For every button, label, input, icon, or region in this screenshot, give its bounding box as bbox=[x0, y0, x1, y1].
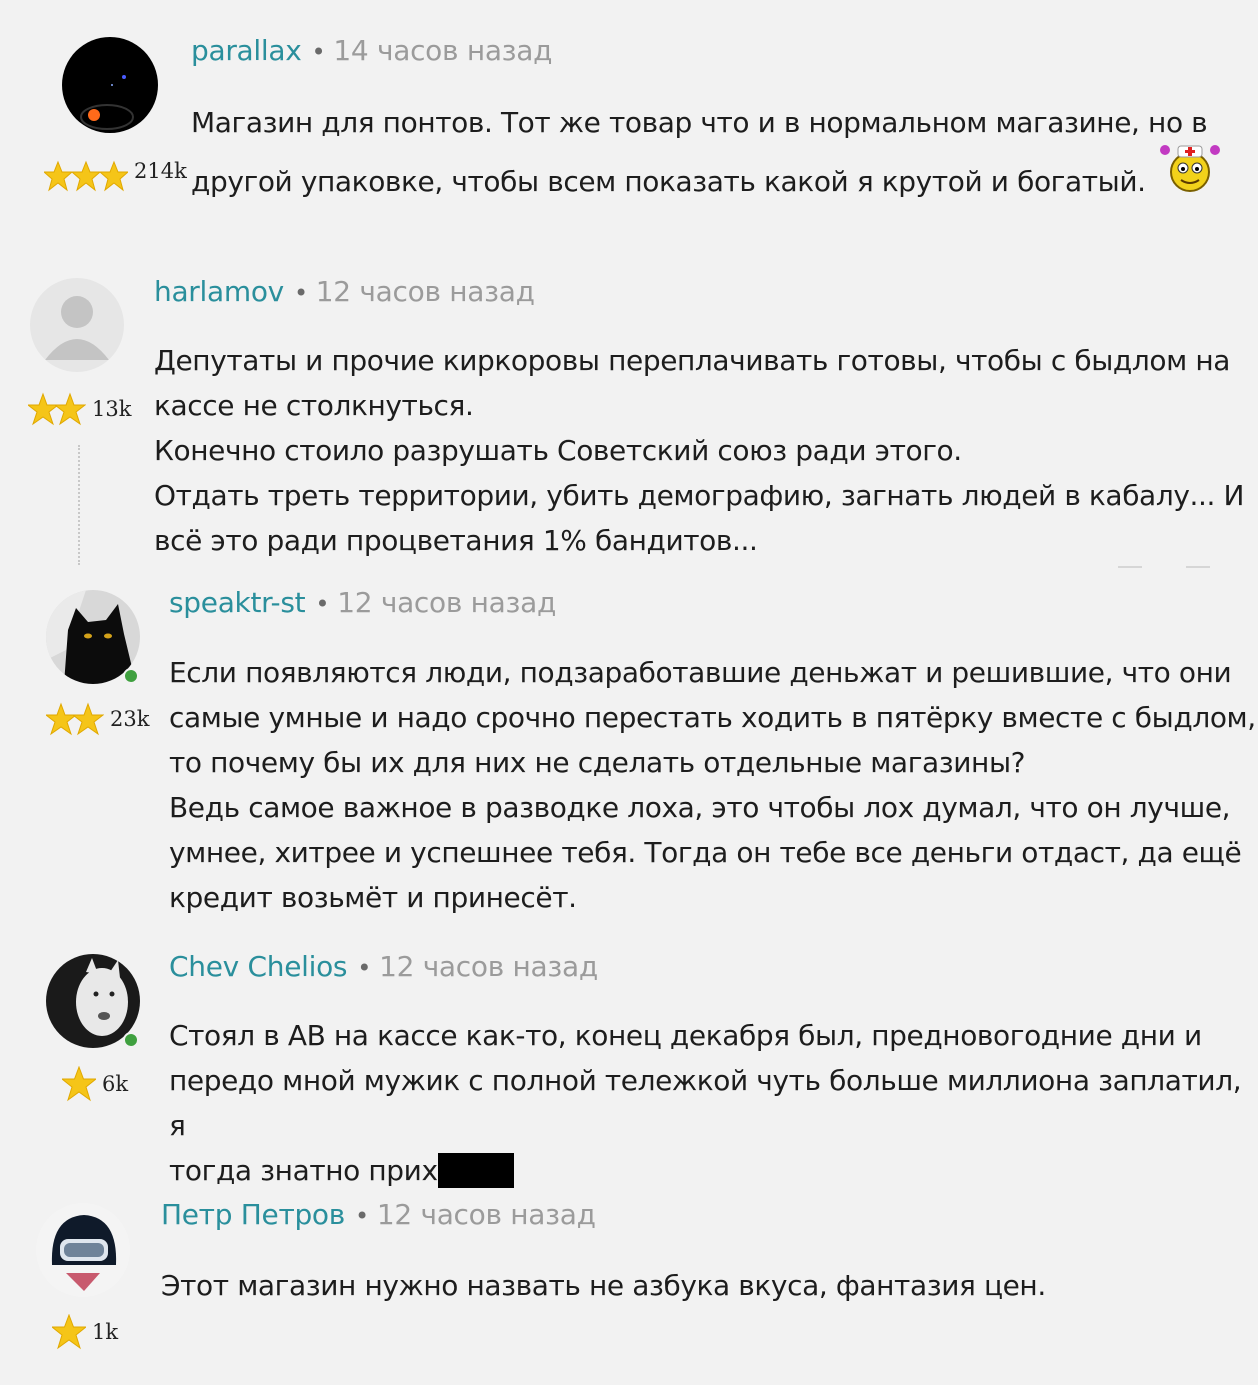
timestamp[interactable]: 12 часов назад bbox=[377, 1198, 596, 1231]
timestamp[interactable]: 12 часов назад bbox=[337, 586, 556, 619]
separator-dot-icon: • bbox=[315, 590, 330, 618]
user-rating: 13k bbox=[28, 392, 131, 426]
rating-value: 13k bbox=[92, 397, 132, 421]
author-name[interactable]: speaktr-st bbox=[169, 586, 306, 619]
comment-line: то почему бы их для них не сделать отдел… bbox=[169, 746, 1026, 779]
comment-line: передо мной мужик с полной тележкой чуть… bbox=[169, 1064, 1242, 1142]
comment-text: Депутаты и прочие киркоровы переплачиват… bbox=[154, 338, 1244, 563]
comment-line: умнее, хитрее и успешнее тебя. Тогда он … bbox=[169, 836, 1242, 869]
rating-value: 6k bbox=[102, 1072, 129, 1096]
redaction-block bbox=[437, 1153, 514, 1188]
avatar[interactable] bbox=[30, 278, 124, 372]
user-rating: 1k bbox=[52, 1314, 118, 1350]
star-rating-icon bbox=[62, 1066, 96, 1102]
timestamp[interactable]: 12 часов назад bbox=[316, 275, 535, 308]
timestamp[interactable]: 12 часов назад bbox=[379, 950, 598, 983]
divider bbox=[1118, 566, 1142, 568]
helmet-avatar-image bbox=[36, 1203, 130, 1297]
online-indicator-icon bbox=[123, 668, 139, 684]
comment-line: самые умные и надо срочно перестать ходи… bbox=[169, 701, 1256, 734]
comment-line: кредит возьмёт и принесёт. bbox=[169, 881, 577, 914]
comment-header: Петр Петров • 12 часов назад bbox=[161, 1198, 596, 1231]
avatar-image bbox=[62, 37, 158, 133]
comment-line: всё это ради процветания 1% бандитов... bbox=[154, 524, 758, 557]
rating-value: 214k bbox=[134, 159, 187, 183]
comment-header: harlamov • 12 часов назад bbox=[154, 275, 535, 308]
star-rating-icon bbox=[52, 1314, 86, 1350]
user-rating: 214k bbox=[44, 159, 187, 192]
user-rating: 23k bbox=[46, 702, 149, 736]
comment-header: speaktr-st • 12 часов назад bbox=[169, 586, 556, 619]
comment-header: parallax • 14 часов назад bbox=[191, 34, 553, 67]
star-rating-icon bbox=[46, 702, 104, 736]
comment-line: Депутаты и прочие киркоровы переплачиват… bbox=[154, 344, 1230, 377]
comment-text: Магазин для понтов. Тот же товар что и в… bbox=[191, 100, 1208, 204]
rating-value: 23k bbox=[110, 707, 150, 731]
user-rating: 6k bbox=[62, 1066, 128, 1102]
divider bbox=[1186, 566, 1210, 568]
comment-line: Ведь самое важное в разводке лоха, это ч… bbox=[169, 791, 1231, 824]
comment-line: кассе не столкнуться. bbox=[154, 389, 474, 422]
comment-header: Chev Chelios • 12 часов назад bbox=[169, 950, 598, 983]
comment-line: Стоял в АВ на кассе как-то, конец декабр… bbox=[169, 1019, 1202, 1052]
comment-line: Конечно стоило разрушать Советский союз … bbox=[154, 434, 962, 467]
comment-line: Магазин для понтов. Тот же товар что и в… bbox=[191, 106, 1208, 139]
author-name[interactable]: Петр Петров bbox=[161, 1198, 345, 1231]
rating-value: 1k bbox=[92, 1320, 119, 1344]
comment-line: Если появляются люди, подзаработавшие де… bbox=[169, 656, 1232, 689]
comment-text: Если появляются люди, подзаработавшие де… bbox=[169, 650, 1256, 920]
comment-text: Стоял в АВ на кассе как-то, конец декабр… bbox=[169, 1013, 1258, 1193]
comment-line: Этот магазин нужно назвать не азбука вку… bbox=[161, 1269, 1046, 1302]
separator-dot-icon: • bbox=[357, 954, 372, 982]
comment-line: Отдать треть территории, убить демографи… bbox=[154, 479, 1245, 512]
author-name[interactable]: parallax bbox=[191, 34, 302, 67]
star-rating-icon bbox=[28, 392, 86, 426]
thread-line bbox=[78, 445, 80, 565]
comment-line: тогда знатно прих bbox=[169, 1148, 1258, 1193]
default-user-icon bbox=[30, 278, 124, 372]
separator-dot-icon: • bbox=[354, 1202, 369, 1230]
comment-line-text: тогда знатно прих bbox=[169, 1154, 438, 1187]
author-name[interactable]: harlamov bbox=[154, 275, 284, 308]
separator-dot-icon: • bbox=[311, 38, 326, 66]
author-name[interactable]: Chev Chelios bbox=[169, 950, 348, 983]
timestamp[interactable]: 14 часов назад bbox=[333, 34, 552, 67]
separator-dot-icon: • bbox=[293, 279, 308, 307]
online-indicator-icon bbox=[123, 1032, 139, 1048]
avatar[interactable] bbox=[62, 37, 158, 133]
avatar[interactable] bbox=[36, 1203, 130, 1297]
comment-line: другой упаковке, чтобы всем показать как… bbox=[191, 165, 1146, 198]
nurse-smiley-icon bbox=[1160, 145, 1220, 192]
comment-text: Этот магазин нужно назвать не азбука вку… bbox=[161, 1263, 1046, 1308]
star-rating-icon bbox=[44, 160, 128, 192]
